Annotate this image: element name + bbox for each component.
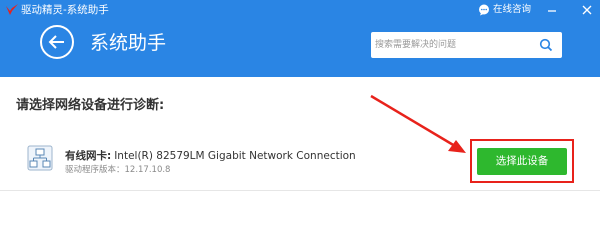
annotation-arrow (370, 94, 466, 153)
divider (0, 190, 600, 191)
